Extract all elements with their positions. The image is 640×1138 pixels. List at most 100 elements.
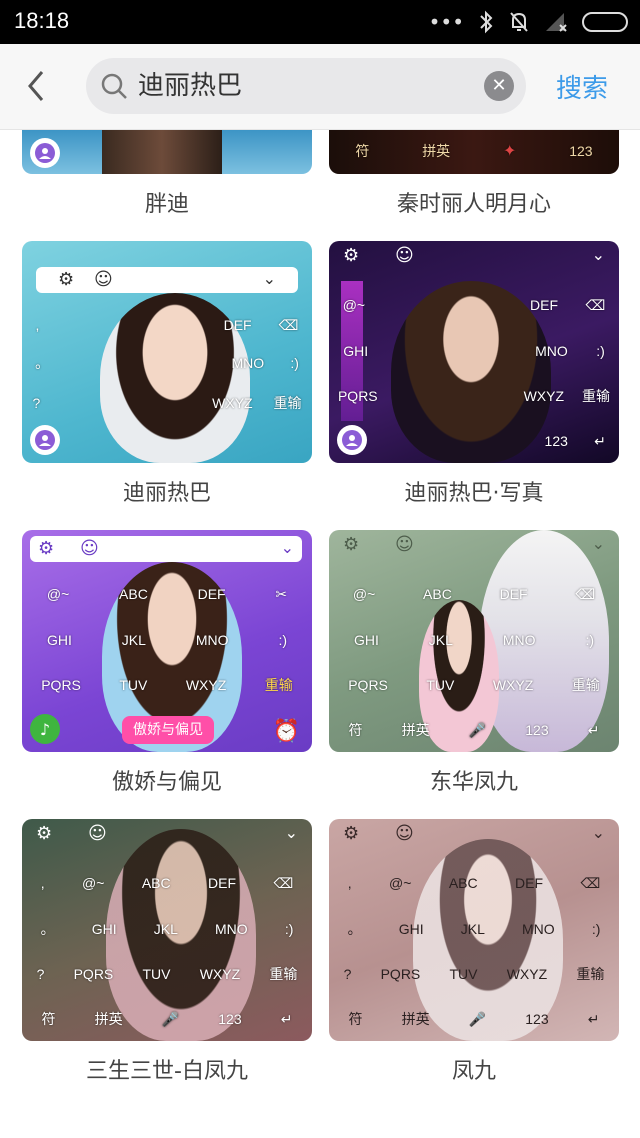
kbd-key: @~ <box>389 875 412 891</box>
theme-name: 秦时丽人明月心 <box>396 192 551 217</box>
microphone-icon: 🎤 <box>468 721 487 738</box>
kbd-key: 重输 <box>571 677 600 693</box>
kbd-key: TUV <box>119 677 148 693</box>
theme-card[interactable]: 符 拼英 ✦ 123 秦时丽人明月心 <box>329 130 619 225</box>
kbd-key: WXYZ <box>212 395 253 411</box>
search-box[interactable]: ✕ <box>86 58 526 114</box>
keyboard-enter-icon: ↵ <box>587 1010 600 1027</box>
battery-icon <box>582 12 628 32</box>
keyboard-delete-icon: ⌫ <box>278 316 299 333</box>
theme-thumbnail: ⚙ ☺ ⌄ , @~ ABC DEF ⌫ 。 GHI JKL MNO:) ? PQRS TUV WX… <box>22 819 312 1041</box>
theme-name: 凤九 <box>451 1059 496 1084</box>
kbd-key: MNO <box>231 355 265 371</box>
kbd-key: TUV <box>449 966 478 982</box>
smiley-icon: ☺ <box>395 245 414 266</box>
kbd-key: 123 <box>569 143 593 159</box>
kbd-key: TUV <box>426 677 455 693</box>
kbd-key: ? <box>343 966 352 982</box>
kbd-key: PQRS <box>73 966 114 982</box>
more-dots-icon: ••• <box>428 10 464 34</box>
settings-gear-icon: ⚙ <box>36 823 53 844</box>
back-icon[interactable] <box>18 66 58 106</box>
kbd-key: GHI <box>343 343 369 359</box>
kbd-key: @~ <box>352 586 376 602</box>
kbd-key: WXYZ <box>506 966 548 982</box>
theme-thumbnail <box>22 130 312 174</box>
status-bar: 18:18 ••• <box>0 0 640 44</box>
kbd-key: 重输 <box>581 388 610 404</box>
kbd-key: GHI <box>91 921 117 937</box>
kbd-key: ? <box>36 966 45 982</box>
kbd-key: :) <box>284 921 294 937</box>
keyboard-enter-icon: ↵ <box>587 721 600 738</box>
keyboard-enter-icon: ↵ <box>280 1010 293 1027</box>
user-avatar-icon <box>337 425 367 455</box>
search-button[interactable]: 搜索 <box>556 68 608 105</box>
kbd-key: , <box>40 875 45 891</box>
theme-card[interactable]: ⚙ ☺ ⌄ @~ ABC DEF ✂ GHI JKL MNO:) PQRS TUV WXYZ 重… <box>22 530 312 795</box>
chevron-down-icon: ⌄ <box>284 823 298 842</box>
smiley-icon: ☺ <box>88 823 107 844</box>
theme-card[interactable]: ⚙ ☺ ⌄ , DEF ⌫ 。 MNO:) ? WXYZ 重输 迪丽热巴 <box>22 241 312 506</box>
search-icon <box>101 73 127 99</box>
kbd-key: 123 <box>544 433 568 449</box>
theme-card[interactable]: 胖迪 <box>22 130 312 225</box>
chevron-down-icon: ⌄ <box>591 823 605 842</box>
kbd-key: @~ <box>82 875 105 891</box>
kbd-key: PQRS <box>41 677 81 693</box>
theme-card[interactable]: ⚙ ☺ ⌄ @~ ABC DEF ⌫ GHI JKL MNO:) PQRS TUV WXYZ 重… <box>329 530 619 795</box>
kbd-key: WXYZ <box>199 966 241 982</box>
kbd-key: 。 <box>347 921 362 937</box>
theme-name: 迪丽热巴·写真 <box>404 481 544 506</box>
theme-card[interactable]: ⚙ ☺ ⌄ , @~ ABC DEF ⌫ 。 GHI JKL MNO:) ? PQRS TUV WX… <box>329 819 619 1084</box>
kbd-key: MNO <box>522 921 555 937</box>
theme-card[interactable]: ⚙ ☺ ⌄ , @~ ABC DEF ⌫ 。 GHI JKL MNO:) ? PQRS TUV WX… <box>22 819 312 1084</box>
kbd-key: 符 <box>348 722 363 738</box>
kbd-key: MNO <box>502 632 536 648</box>
kbd-key: GHI <box>398 921 424 937</box>
smiley-icon: ☺ <box>94 269 113 290</box>
kbd-key: ABC <box>119 586 148 602</box>
kbd-key: DEF <box>197 586 226 602</box>
keyboard-delete-icon: ⌫ <box>585 296 606 313</box>
kbd-key: 重输 <box>269 966 298 982</box>
kbd-key: @~ <box>342 297 366 313</box>
kbd-key: WXYZ <box>185 677 227 693</box>
settings-gear-icon: ⚙ <box>343 823 360 844</box>
status-icons: ••• <box>429 8 628 36</box>
user-avatar-icon <box>30 138 60 168</box>
kbd-key: MNO <box>215 921 248 937</box>
kbd-key: 拼英 <box>401 1011 430 1027</box>
kbd-key: 重输 <box>264 677 293 693</box>
kbd-key: 拼英 <box>422 143 451 159</box>
kbd-key: DEF <box>208 875 237 891</box>
keyboard-delete-icon: ⌫ <box>580 874 601 891</box>
kbd-key: PQRS <box>348 677 388 693</box>
kbd-key: JKL <box>460 921 485 937</box>
kbd-key: JKL <box>428 632 453 648</box>
kbd-key: 符 <box>41 1011 56 1027</box>
chevron-down-icon: ⌄ <box>591 245 605 264</box>
keyboard-delete-icon: ⌫ <box>273 874 294 891</box>
kbd-key: 符 <box>348 1011 363 1027</box>
chevron-down-icon: ⌄ <box>262 269 276 288</box>
kbd-key: ? <box>32 395 41 411</box>
theme-name: 傲娇与偏见 <box>111 770 222 795</box>
chevron-down-icon: ⌄ <box>280 538 294 557</box>
kbd-key: WXYZ <box>523 388 565 404</box>
kbd-key: 符 <box>355 143 370 159</box>
settings-gear-icon: ⚙ <box>38 538 55 559</box>
kbd-key: :) <box>596 343 605 359</box>
search-input[interactable] <box>138 58 468 114</box>
theme-thumbnail: ⚙ ☺ ⌄ @~ ABC DEF ✂ GHI JKL MNO:) PQRS TUV WXYZ 重… <box>22 530 312 752</box>
kbd-key: 。 <box>40 921 55 937</box>
signal-icon <box>546 13 567 32</box>
kbd-key: DEF <box>515 875 544 891</box>
kbd-key: PQRS <box>337 388 378 404</box>
clear-search-icon[interactable]: ✕ <box>484 71 514 101</box>
chevron-down-icon: ⌄ <box>591 534 605 553</box>
theme-thumbnail: ⚙ ☺ ⌄ , DEF ⌫ 。 MNO:) ? WXYZ 重输 <box>22 241 312 463</box>
search-header: ✕ 搜索 <box>0 44 640 130</box>
theme-card[interactable]: ⚙ ☺ ⌄ @~ DEF ⌫ GHI MNO:) PQRS WXYZ 重输 123 ↵ 迪丽… <box>329 241 619 506</box>
kbd-key: PQRS <box>380 966 421 982</box>
